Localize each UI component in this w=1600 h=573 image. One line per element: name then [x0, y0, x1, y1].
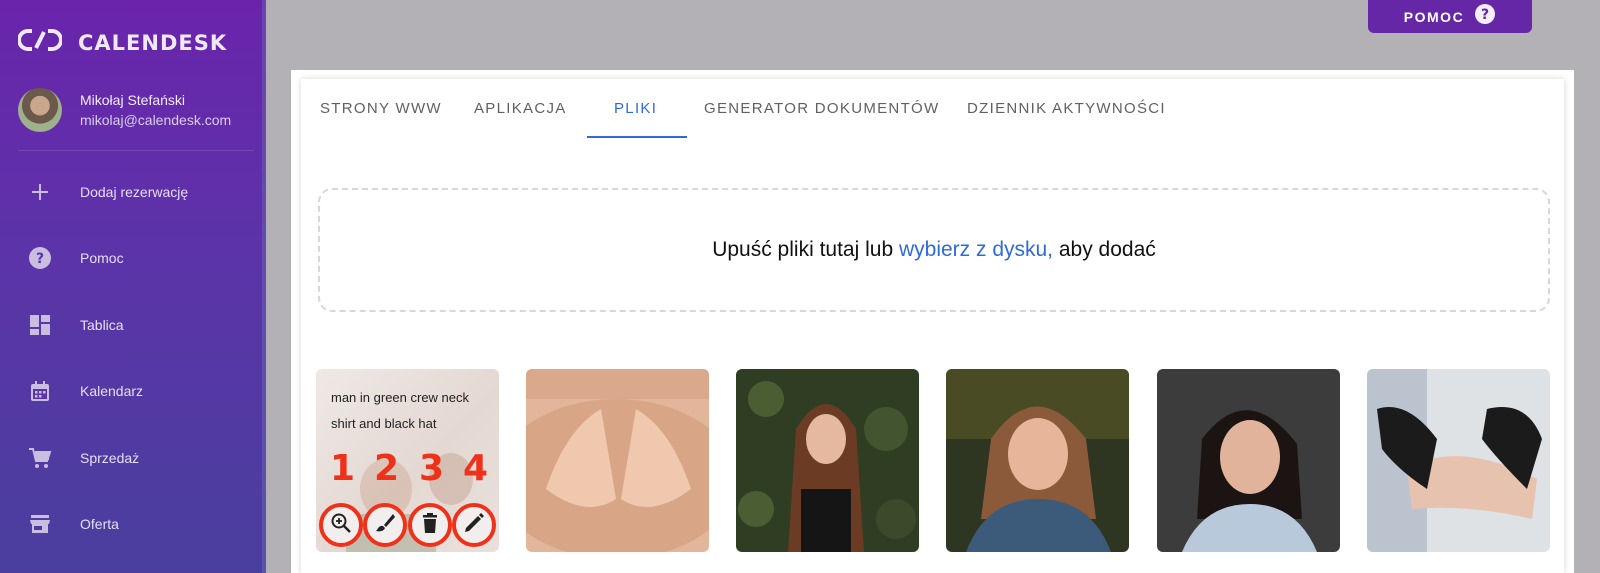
calendar-icon — [0, 380, 80, 402]
active-tab-indicator — [587, 136, 687, 138]
file-dropzone[interactable]: Upuść pliki tutaj lub wybierz z dysku, a… — [318, 188, 1550, 312]
file-thumbnail[interactable] — [1367, 369, 1550, 552]
sidebar-divider — [18, 150, 254, 151]
sidebar-item-dashboard[interactable]: Tablica — [0, 303, 262, 347]
tab-document-generator[interactable]: GENERATOR DOKUMENTÓW — [704, 100, 939, 140]
callout-number: 3 — [419, 448, 445, 489]
plus-icon — [0, 182, 80, 202]
sidebar-item-label: Sprzedaż — [80, 450, 140, 466]
image-caption: man in green crew neck shirt and black h… — [331, 390, 470, 431]
user-email: mikolaj@calendesk.com — [80, 112, 232, 128]
sidebar: CALENDESK Mikołaj Stefański mikolaj@cale… — [0, 0, 266, 573]
sidebar-item-offer[interactable]: Oferta — [0, 502, 262, 546]
trash-icon — [420, 512, 440, 539]
sidebar-item-label: Oferta — [80, 516, 119, 532]
sidebar-item-label: Dodaj rezerwację — [80, 184, 189, 200]
dropzone-text-end: aby dodać — [1058, 238, 1156, 261]
svg-text:?: ? — [36, 251, 44, 267]
zoom-in-icon — [330, 512, 352, 539]
sidebar-item-sales[interactable]: Sprzedaż — [0, 436, 262, 480]
rename-button[interactable] — [452, 503, 496, 547]
file-thumbnail[interactable] — [946, 369, 1129, 552]
tab-files[interactable]: PLIKI — [614, 100, 657, 140]
file-thumbnail[interactable] — [526, 369, 709, 552]
portrait-woman-denim-image — [946, 369, 1129, 552]
help-circle-icon: ? — [0, 246, 80, 270]
calendesk-logo-icon — [17, 28, 63, 57]
file-thumbnail[interactable] — [1157, 369, 1340, 552]
tab-websites[interactable]: STRONY WWW — [320, 100, 442, 140]
user-profile[interactable]: Mikołaj Stefański mikolaj@calendesk.com — [18, 88, 231, 132]
help-button[interactable]: POMOC ? — [1368, 0, 1532, 33]
sidebar-item-calendar[interactable]: Kalendarz — [0, 369, 262, 413]
avatar — [18, 88, 62, 132]
store-icon — [0, 513, 80, 535]
choose-from-disk-link[interactable]: wybierz z dysku, — [899, 238, 1053, 262]
sidebar-item-label: Pomoc — [80, 250, 124, 266]
sidebar-item-add-booking[interactable]: Dodaj rezerwację — [0, 170, 262, 214]
dropzone-text: Upuść pliki tutaj lub — [712, 238, 894, 261]
sidebar-item-help[interactable]: ? Pomoc — [0, 236, 262, 280]
portrait-woman-smiling-image — [1157, 369, 1340, 552]
callout-number: 2 — [374, 448, 400, 489]
user-name: Mikołaj Stefański — [80, 92, 186, 108]
preview-button[interactable] — [319, 503, 363, 547]
dashboard-icon — [0, 314, 80, 336]
cart-icon — [0, 446, 80, 470]
sidebar-edge — [262, 0, 266, 573]
delete-button[interactable] — [408, 503, 452, 547]
brand[interactable]: CALENDESK — [17, 28, 228, 57]
massage-back-image — [526, 369, 709, 552]
edit-image-button[interactable] — [363, 503, 407, 547]
sidebar-item-label: Kalendarz — [80, 383, 144, 399]
pencil-icon — [463, 512, 485, 539]
brand-name: CALENDESK — [78, 30, 228, 55]
tab-application[interactable]: APLIKACJA — [474, 100, 567, 140]
foot-massage-image — [1367, 369, 1550, 552]
callout-number: 1 — [330, 448, 356, 489]
file-thumbnail[interactable] — [736, 369, 919, 552]
portrait-woman-image — [736, 369, 919, 552]
callout-number: 4 — [463, 448, 489, 489]
tab-activity-log[interactable]: DZIENNIK AKTYWNOŚCI — [967, 100, 1166, 140]
help-button-label: POMOC — [1403, 8, 1465, 25]
svg-text:?: ? — [1481, 7, 1489, 23]
sidebar-item-label: Tablica — [80, 317, 124, 333]
brush-icon — [374, 512, 396, 539]
help-circle-icon: ? — [1474, 3, 1496, 30]
